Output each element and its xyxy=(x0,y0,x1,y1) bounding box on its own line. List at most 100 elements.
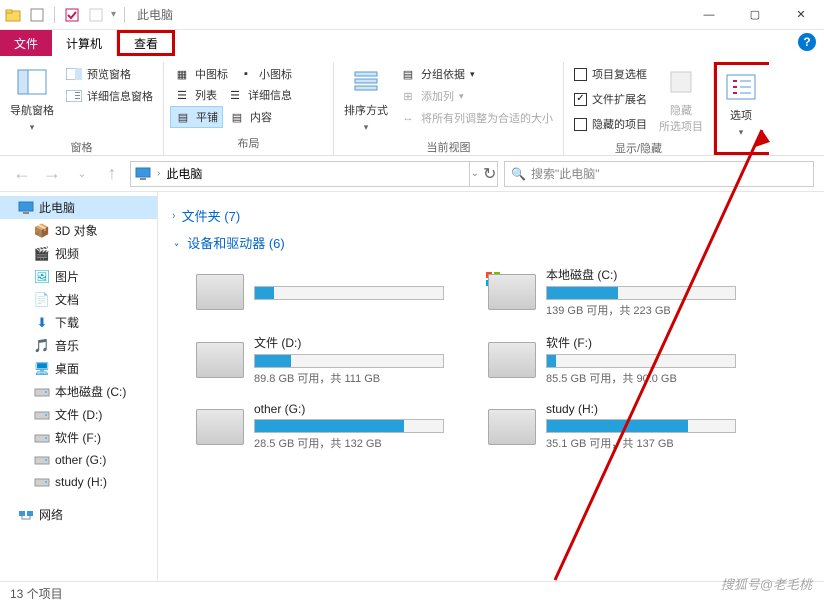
folder-icon xyxy=(4,6,22,24)
properties-icon[interactable] xyxy=(28,6,46,24)
chevron-down-icon: ⌄ xyxy=(173,236,179,249)
maximize-button[interactable]: ▢ xyxy=(732,0,778,30)
list-button[interactable]: ☰列表 xyxy=(170,85,221,105)
drive-usage-bar xyxy=(546,419,736,433)
search-icon: 🔍 xyxy=(511,167,526,181)
folder-icon: 🎵 xyxy=(34,338,50,354)
hide-icon xyxy=(665,66,697,98)
sidebar: 此电脑 📦3D 对象🎬视频🖼图片📄文档⬇下载🎵音乐🖥桌面本地磁盘 (C:)文件 … xyxy=(0,192,158,581)
sidebar-item[interactable]: ⬇下载 xyxy=(0,311,157,334)
sidebar-item[interactable]: 🎵音乐 xyxy=(0,334,157,357)
qat-dropdown-icon[interactable]: ▾ xyxy=(111,9,116,20)
ribbon-group-layout: ▦中图标 ▪小图标 ☰列表 ☰详细信息 ▤平铺 ▤内容 布局 xyxy=(164,62,334,155)
drive-item[interactable]: other (G:) 28.5 GB 可用，共 132 GB xyxy=(192,398,472,455)
sidebar-item[interactable]: 📄文档 xyxy=(0,288,157,311)
address-dropdown-icon[interactable]: ⌄ xyxy=(471,168,479,179)
drive-info: 28.5 GB 可用，共 132 GB xyxy=(254,435,468,451)
medium-icons-button[interactable]: ▦中图标 xyxy=(170,64,232,84)
options-icon xyxy=(725,71,757,103)
drive-item[interactable] xyxy=(192,262,472,322)
forward-button: → xyxy=(40,162,64,186)
drive-usage-bar xyxy=(546,286,736,300)
sidebar-item[interactable]: 📦3D 对象 xyxy=(0,219,157,242)
drive-usage-bar xyxy=(254,354,444,368)
folder-icon: 📦 xyxy=(34,223,50,239)
drive-name: other (G:) xyxy=(254,402,468,416)
close-button[interactable]: ✕ xyxy=(778,0,824,30)
fit-column-icon: ↔ xyxy=(400,110,416,126)
item-checkboxes-toggle[interactable]: 项目复选框 xyxy=(570,64,651,84)
drive-info: 35.1 GB 可用，共 137 GB xyxy=(546,435,760,451)
sidebar-item[interactable]: 文件 (D:) xyxy=(0,403,157,426)
tiles-button[interactable]: ▤平铺 xyxy=(170,106,223,128)
preview-pane-button[interactable]: 预览窗格 xyxy=(62,64,157,84)
help-button[interactable]: ? xyxy=(798,33,816,51)
folder-icon: 📄 xyxy=(34,292,50,308)
title-bar: ▾ 此电脑 — ▢ ✕ xyxy=(0,0,824,30)
options-button[interactable]: 选项 ▾ xyxy=(721,69,761,140)
network-icon xyxy=(18,507,34,523)
ribbon-group-show-hide: 项目复选框 文件扩展名 隐藏的项目 隐藏 所选项目 显示/隐藏 xyxy=(564,62,714,155)
drive-icon xyxy=(34,474,50,490)
breadcrumb[interactable]: › 此电脑 xyxy=(130,161,470,187)
sidebar-item[interactable]: 🖥桌面 xyxy=(0,357,157,380)
details-pane-button[interactable]: 详细信息窗格 xyxy=(62,86,157,106)
details-pane-icon xyxy=(66,88,82,104)
sort-button[interactable]: 排序方式 ▾ xyxy=(340,64,392,135)
drive-icon xyxy=(34,452,50,468)
ribbon-group-current-view: 排序方式 ▾ ▤分组依据 ▾ ⊞添加列 ▾ ↔将所有列调整为合适的大小 当前视图 xyxy=(334,62,564,155)
sidebar-item[interactable]: 🖼图片 xyxy=(0,265,157,288)
refresh-button[interactable]: ↻ xyxy=(483,164,496,184)
checkbox-unchecked-icon[interactable] xyxy=(87,6,105,24)
folder-icon: 🎬 xyxy=(34,246,50,262)
address-bar-row: ← → ⌄ ↑ › 此电脑 ⌄ ↻ 🔍 搜索"此电脑" xyxy=(0,156,824,192)
sidebar-item[interactable]: 🎬视频 xyxy=(0,242,157,265)
sidebar-item[interactable]: study (H:) xyxy=(0,471,157,493)
nav-pane-button[interactable]: 导航窗格 ▾ xyxy=(6,64,58,135)
sort-icon xyxy=(350,66,382,98)
ribbon: 导航窗格 ▾ 预览窗格 详细信息窗格 窗格 ▦中图标 ▪小图标 ☰列表 ☰详细信… xyxy=(0,56,824,156)
hidden-items-toggle[interactable]: 隐藏的项目 xyxy=(570,114,651,134)
folders-group-header[interactable]: ›文件夹 (7) xyxy=(172,202,810,229)
drives-group-header[interactable]: ⌄设备和驱动器 (6) xyxy=(172,229,810,256)
drive-item[interactable]: 文件 (D:)89.8 GB 可用，共 111 GB xyxy=(192,330,472,390)
tiles-icon: ▤ xyxy=(175,109,191,125)
tab-file[interactable]: 文件 xyxy=(0,30,52,56)
recent-dropdown[interactable]: ⌄ xyxy=(70,162,94,186)
checkbox-icon xyxy=(574,68,587,81)
group-by-button[interactable]: ▤分组依据 ▾ xyxy=(396,64,557,84)
sidebar-network[interactable]: 网络 xyxy=(0,503,157,526)
small-icons-button[interactable]: ▪小图标 xyxy=(234,64,296,84)
details-view-icon: ☰ xyxy=(227,87,243,103)
search-input[interactable]: 🔍 搜索"此电脑" xyxy=(504,161,814,187)
file-extensions-toggle[interactable]: 文件扩展名 xyxy=(570,89,651,109)
tab-view[interactable]: 查看 xyxy=(117,30,175,56)
content-button[interactable]: ▤内容 xyxy=(225,106,276,128)
tab-computer[interactable]: 计算机 xyxy=(52,30,117,56)
chevron-right-icon: › xyxy=(157,168,160,179)
drive-icon xyxy=(196,342,244,378)
checkbox-icon xyxy=(574,118,587,131)
breadcrumb-item[interactable]: 此电脑 xyxy=(166,165,202,182)
chevron-right-icon: › xyxy=(173,210,176,222)
drive-item[interactable]: 软件 (F:)85.5 GB 可用，共 90.0 GB xyxy=(484,330,764,390)
chevron-down-icon: ▾ xyxy=(739,127,744,138)
checkbox-checked-icon[interactable] xyxy=(63,6,81,24)
drive-item[interactable]: study (H:)35.1 GB 可用，共 137 GB xyxy=(484,398,764,455)
back-button[interactable]: ← xyxy=(10,162,34,186)
folder-icon: ⬇ xyxy=(34,315,50,331)
separator xyxy=(54,7,55,23)
drive-item[interactable]: 本地磁盘 (C:)139 GB 可用，共 223 GB xyxy=(484,262,764,322)
drive-usage-bar xyxy=(254,419,444,433)
details-view-button[interactable]: ☰详细信息 xyxy=(223,85,296,105)
ribbon-group-panes: 导航窗格 ▾ 预览窗格 详细信息窗格 窗格 xyxy=(0,62,164,155)
up-button[interactable]: ↑ xyxy=(100,162,124,186)
sidebar-item[interactable]: 本地磁盘 (C:) xyxy=(0,380,157,403)
drive-icon xyxy=(34,430,50,446)
sidebar-item[interactable]: 软件 (F:) xyxy=(0,426,157,449)
sidebar-this-pc[interactable]: 此电脑 xyxy=(0,196,157,219)
hide-selected-button: 隐藏 所选项目 xyxy=(655,64,707,136)
minimize-button[interactable]: — xyxy=(686,0,732,30)
drive-icon xyxy=(488,409,536,445)
sidebar-item[interactable]: other (G:) xyxy=(0,449,157,471)
